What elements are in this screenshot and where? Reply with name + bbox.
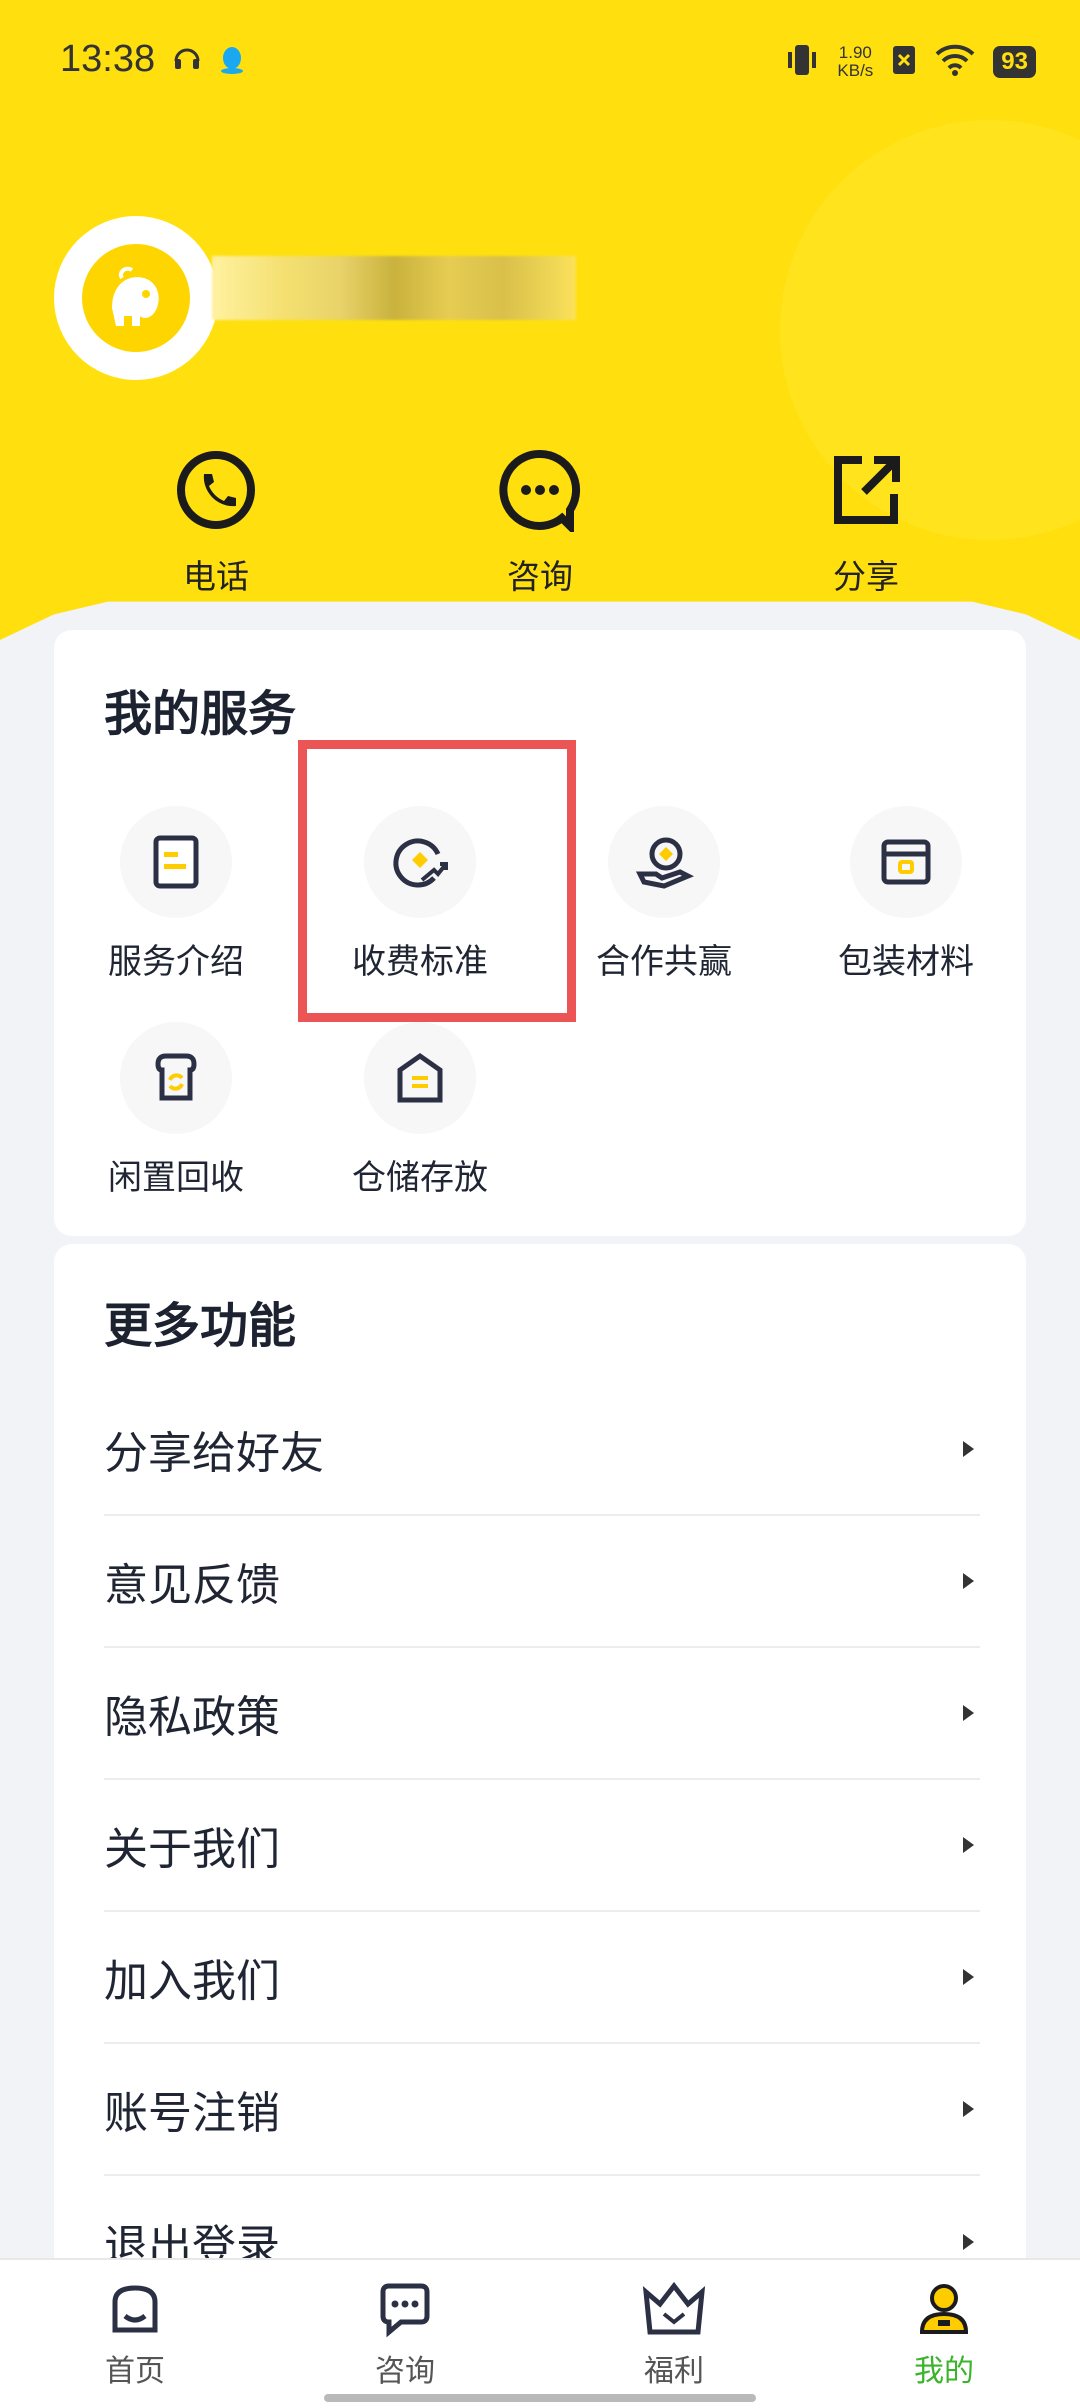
speed-value: 1.90 [838, 43, 872, 62]
profile-icon [919, 2284, 969, 2334]
service-recycling[interactable]: 闲置回收 [54, 1022, 298, 1199]
share-icon [834, 456, 900, 524]
phone-icon [177, 451, 255, 529]
nav-label: 我的 [914, 2354, 974, 2389]
service-label: 闲置回收 [108, 1158, 244, 1198]
home-indicator[interactable] [324, 2394, 756, 2402]
services-card: 我的服务 服务介绍 收费标准 合作共赢 包装材料 闲置回收 仓储存放 [54, 630, 1026, 1236]
menu-item-about[interactable]: 关于我们 [104, 1780, 980, 1912]
service-label: 收费标准 [352, 942, 488, 982]
username-redacted [212, 256, 576, 320]
nav-label: 福利 [644, 2354, 704, 2389]
quick-action-label: 电话 [183, 557, 249, 596]
crown-icon [642, 2281, 706, 2335]
pricing-icon [364, 806, 476, 918]
menu-item-label: 隐私政策 [104, 1692, 280, 1743]
menu-item-label: 加入我们 [104, 1956, 280, 2007]
services-title: 我的服务 [104, 686, 297, 742]
more-functions-title: 更多功能 [104, 1298, 297, 1354]
nav-label: 咨询 [375, 2354, 435, 2389]
bottom-nav: 首页 咨询 福利 我的 [0, 2258, 1080, 2408]
chevron-right-icon [963, 1441, 974, 1457]
menu-item-join[interactable]: 加入我们 [104, 1912, 980, 2044]
menu-item-share-friends[interactable]: 分享给好友 [104, 1384, 980, 1516]
network-speed: 1.90 KB/s [837, 44, 873, 80]
menu-item-privacy[interactable]: 隐私政策 [104, 1648, 980, 1780]
service-warehouse[interactable]: 仓储存放 [298, 1022, 542, 1199]
sim-off-icon [891, 44, 917, 80]
menu-item-label: 账号注销 [104, 2088, 280, 2139]
status-bar: 13:38 1.90 KB/s 93 [0, 0, 1080, 130]
menu-item-feedback[interactable]: 意见反馈 [104, 1516, 980, 1648]
status-right: 1.90 KB/s 93 [785, 40, 1036, 84]
elephant-logo-icon [82, 244, 190, 352]
package-icon [850, 806, 962, 918]
service-introduction[interactable]: 服务介绍 [54, 806, 298, 983]
service-label: 服务介绍 [108, 942, 244, 982]
chat-icon [499, 449, 581, 532]
vibrate-icon [785, 42, 819, 82]
headset-icon [172, 44, 202, 78]
speed-unit: KB/s [837, 61, 874, 80]
nav-benefits[interactable]: 福利 [574, 2280, 774, 2390]
chat-bubble-icon [380, 2283, 430, 2338]
menu-item-delete-account[interactable]: 账号注销 [104, 2044, 980, 2176]
home-icon [112, 2285, 158, 2333]
chevron-right-icon [963, 1969, 974, 1985]
nav-label: 首页 [105, 2354, 165, 2389]
document-icon [120, 806, 232, 918]
recycle-icon [120, 1022, 232, 1134]
menu-item-label: 关于我们 [104, 1824, 280, 1875]
menu-item-label: 意见反馈 [104, 1560, 280, 1611]
service-label: 包装材料 [838, 942, 974, 982]
service-label: 仓储存放 [352, 1158, 488, 1198]
quick-action-label: 分享 [833, 557, 899, 596]
nav-mine[interactable]: 我的 [844, 2280, 1044, 2390]
quick-action-share[interactable]: 分享 [766, 448, 966, 598]
avatar[interactable] [54, 216, 218, 380]
cooperation-icon [608, 806, 720, 918]
nav-home[interactable]: 首页 [35, 2280, 235, 2390]
status-time: 13:38 [60, 38, 156, 80]
wifi-icon [935, 44, 975, 80]
more-functions-card: 更多功能 分享给好友 意见反馈 隐私政策 关于我们 加入我们 账号注销 退出登录 [54, 1244, 1026, 2344]
battery-indicator: 93 [993, 46, 1036, 78]
chevron-right-icon [963, 1837, 974, 1853]
menu-item-label: 分享给好友 [104, 1428, 324, 1479]
chevron-right-icon [963, 1573, 974, 1589]
quick-action-label: 咨询 [507, 557, 573, 596]
qq-icon [218, 44, 246, 80]
service-pricing[interactable]: 收费标准 [298, 806, 542, 983]
quick-action-phone[interactable]: 电话 [116, 448, 316, 598]
chevron-right-icon [963, 2234, 974, 2250]
chevron-right-icon [963, 2101, 974, 2117]
chevron-right-icon [963, 1705, 974, 1721]
service-packaging[interactable]: 包装材料 [784, 806, 1028, 983]
service-label: 合作共赢 [596, 942, 732, 982]
nav-consult[interactable]: 咨询 [305, 2280, 505, 2390]
warehouse-icon [364, 1022, 476, 1134]
service-cooperation[interactable]: 合作共赢 [542, 806, 786, 983]
quick-action-consult[interactable]: 咨询 [440, 448, 640, 598]
